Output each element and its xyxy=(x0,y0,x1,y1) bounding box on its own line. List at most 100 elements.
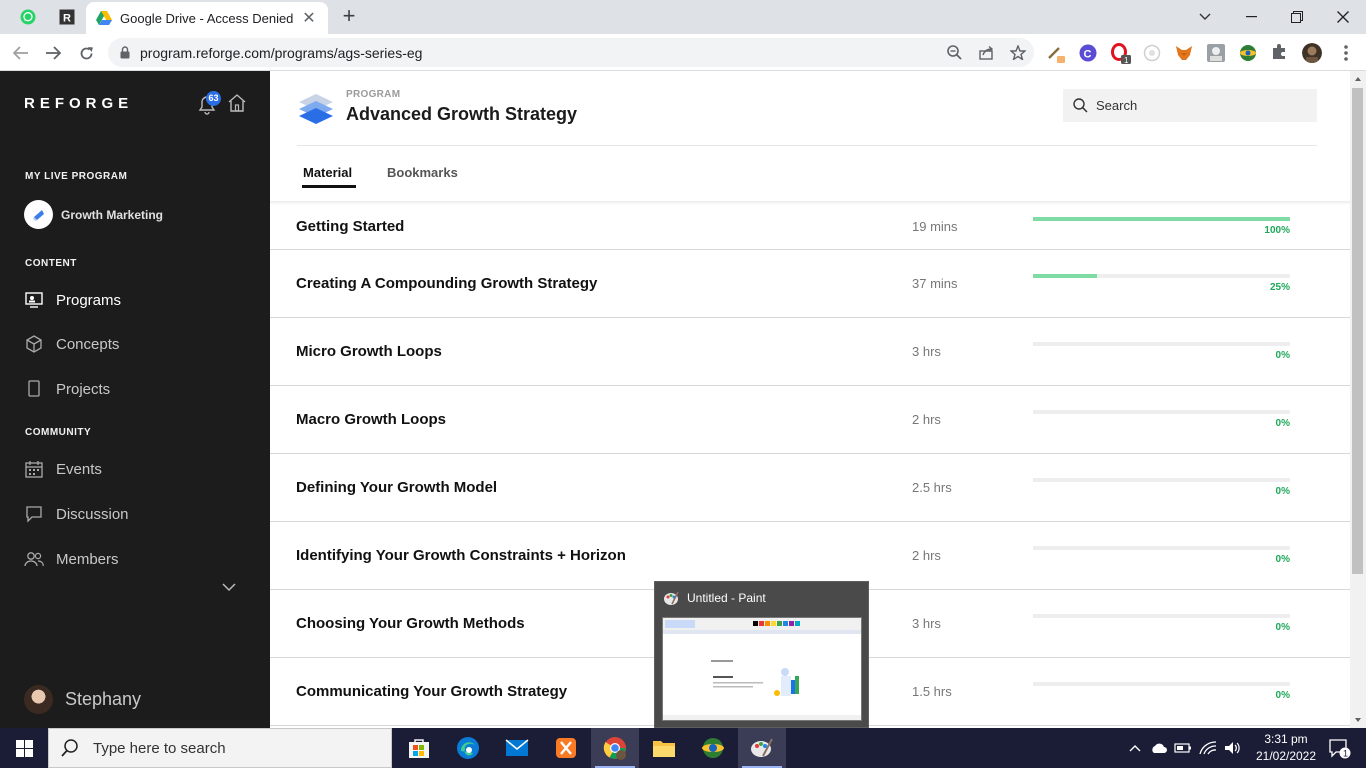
module-title[interactable]: Defining Your Growth Model xyxy=(296,479,497,496)
omnibox[interactable]: program.reforge.com/programs/ags-series-… xyxy=(108,38,1034,67)
module-title[interactable]: Micro Growth Loops xyxy=(296,343,442,360)
module-row[interactable]: Getting Started 19 mins 100% xyxy=(270,203,1350,250)
module-row[interactable]: Identifying Your Growth Constraints + Ho… xyxy=(270,522,1350,590)
module-row[interactable]: Micro Growth Loops 3 hrs 0% xyxy=(270,318,1350,386)
progress-percent: 0% xyxy=(1275,622,1290,633)
module-row[interactable]: Defining Your Growth Model 2.5 hrs 0% xyxy=(270,454,1350,522)
opera-extension-icon[interactable]: 1 xyxy=(1110,43,1131,65)
module-row[interactable]: Macro Growth Loops 2 hrs 0% xyxy=(270,386,1350,454)
scrollbar-thumb[interactable] xyxy=(1352,88,1363,574)
forward-button[interactable] xyxy=(40,40,66,66)
tab-title: Google Drive - Access Denied xyxy=(120,10,294,26)
sidebar-item-members[interactable]: Members xyxy=(24,547,119,571)
chevron-down-icon[interactable] xyxy=(222,579,236,592)
chrome-taskbar-icon[interactable] xyxy=(591,728,639,768)
module-title[interactable]: Getting Started xyxy=(296,218,404,235)
module-title[interactable]: Identifying Your Growth Constraints + Ho… xyxy=(296,547,626,564)
cube-icon xyxy=(24,334,44,354)
close-window-button[interactable] xyxy=(1320,0,1366,34)
metamask-fox-icon[interactable] xyxy=(1174,43,1194,63)
reload-icon xyxy=(80,46,93,59)
sidebar-item-label: Discussion xyxy=(56,505,129,523)
search-input[interactable]: Search xyxy=(1063,89,1317,122)
volume-icon[interactable] xyxy=(1222,728,1244,768)
program-stack-icon xyxy=(297,92,335,126)
microsoft-store-icon[interactable] xyxy=(395,728,443,768)
globe-app-icon[interactable] xyxy=(689,728,737,768)
eyedropper-extension-icon[interactable] xyxy=(1046,43,1066,63)
reload-button[interactable] xyxy=(73,40,99,66)
extensions-puzzle-icon[interactable] xyxy=(1270,43,1290,63)
windows-logo-icon xyxy=(15,739,33,757)
module-row[interactable]: Creating A Compounding Growth Strategy 37… xyxy=(270,250,1350,318)
tab-google-drive[interactable]: Google Drive - Access Denied ✕ xyxy=(86,2,328,34)
sidebar-item-projects[interactable]: Projects xyxy=(24,377,110,401)
zoom-icon[interactable] xyxy=(938,38,970,67)
sidebar-item-discussion[interactable]: Discussion xyxy=(24,502,129,526)
live-program-item[interactable]: Growth Marketing xyxy=(24,200,163,229)
module-title[interactable]: Macro Growth Loops xyxy=(296,411,446,428)
page-title: Advanced Growth Strategy xyxy=(346,104,578,124)
whatsapp-pinned-tab[interactable] xyxy=(13,4,43,30)
community-heading: COMMUNITY xyxy=(25,427,92,438)
share-icon[interactable] xyxy=(970,38,1002,67)
action-center-icon[interactable]: 1 xyxy=(1320,728,1360,768)
start-button[interactable] xyxy=(0,728,48,768)
module-title[interactable]: Choosing Your Growth Methods xyxy=(296,615,525,632)
active-tab-indicator xyxy=(302,185,356,188)
sidebar-item-concepts[interactable]: Concepts xyxy=(24,332,119,356)
onedrive-cloud-icon[interactable] xyxy=(1148,728,1170,768)
battery-icon[interactable] xyxy=(1172,728,1194,768)
wifi-icon[interactable] xyxy=(1196,728,1220,768)
forward-arrow-icon xyxy=(46,46,61,60)
module-duration: 2 hrs xyxy=(912,412,941,427)
minimize-button[interactable] xyxy=(1228,0,1274,34)
close-tab-icon[interactable]: ✕ xyxy=(300,8,318,28)
tab-search-chevron-icon[interactable] xyxy=(1182,0,1228,34)
home-icon[interactable] xyxy=(228,94,246,112)
target-extension-icon[interactable] xyxy=(1142,43,1162,63)
show-hidden-icons-chevron-icon[interactable] xyxy=(1126,728,1144,768)
profile-avatar[interactable] xyxy=(1302,43,1322,63)
windows-taskbar: Type here to search 3:31 pm 21/02/2022 1 xyxy=(0,728,1366,768)
reforge-pinned-tab[interactable]: R xyxy=(52,4,82,30)
program-kicker: PROGRAM xyxy=(346,89,401,100)
back-button[interactable] xyxy=(8,40,34,66)
cscope-extension-icon[interactable]: C xyxy=(1078,43,1098,63)
user-profile[interactable]: Stephany xyxy=(24,685,141,714)
progress-track xyxy=(1033,274,1290,278)
file-explorer-icon[interactable] xyxy=(640,728,688,768)
tab-bookmarks[interactable]: Bookmarks xyxy=(387,165,458,180)
search-icon xyxy=(61,739,78,757)
profile-extension-icon[interactable] xyxy=(1206,43,1226,63)
paint-preview-popup[interactable]: Untitled - Paint xyxy=(654,581,869,728)
bookmark-star-icon[interactable] xyxy=(1002,38,1034,67)
paint-palette-icon xyxy=(663,590,679,606)
taskbar-search-input[interactable]: Type here to search xyxy=(48,728,392,768)
module-title[interactable]: Communicating Your Growth Strategy xyxy=(296,683,567,700)
sidebar-item-programs[interactable]: Programs xyxy=(24,288,121,312)
lock-icon xyxy=(120,46,130,59)
xampp-icon[interactable] xyxy=(542,728,590,768)
edge-browser-icon[interactable] xyxy=(444,728,492,768)
new-tab-button[interactable]: + xyxy=(338,4,360,28)
paint-taskbar-icon[interactable] xyxy=(738,728,786,768)
clock-time: 3:31 pm xyxy=(1264,732,1308,746)
sidebar-item-events[interactable]: Events xyxy=(24,457,102,481)
chrome-menu-icon[interactable] xyxy=(1336,43,1356,63)
document-icon xyxy=(24,379,44,399)
taskbar-clock[interactable]: 3:31 pm 21/02/2022 xyxy=(1254,731,1318,765)
module-title[interactable]: Creating A Compounding Growth Strategy xyxy=(296,275,597,292)
paint-window-thumbnail[interactable] xyxy=(662,617,862,721)
progress-percent: 0% xyxy=(1275,418,1290,429)
restore-button[interactable] xyxy=(1274,0,1320,34)
mail-icon[interactable] xyxy=(493,728,541,768)
globe-extension-icon[interactable] xyxy=(1238,43,1258,63)
progress-percent: 100% xyxy=(1264,225,1290,236)
tab-material[interactable]: Material xyxy=(303,165,352,180)
progress-track xyxy=(1033,478,1290,482)
reforge-logo[interactable]: REFORGE xyxy=(24,95,133,112)
reforge-r-icon: R xyxy=(59,9,75,25)
taskbar-search-placeholder: Type here to search xyxy=(93,739,226,757)
user-name: Stephany xyxy=(65,689,142,709)
